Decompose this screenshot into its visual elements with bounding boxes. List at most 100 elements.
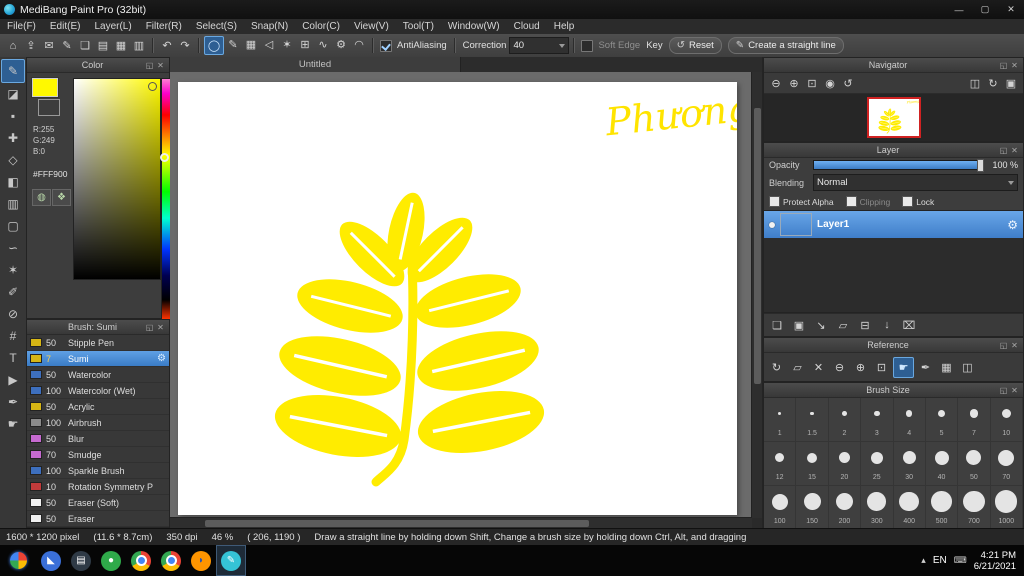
brush-size-option-15[interactable]: 15 [796, 442, 829, 486]
brush-item-eraser-soft[interactable]: 50 Eraser (Soft) [27, 495, 169, 511]
brush-item-smudge[interactable]: 70 Smudge [27, 447, 169, 463]
layer-visibility-icon[interactable] [769, 221, 775, 228]
undo-icon[interactable]: ↶ [158, 37, 176, 54]
radial-snap-icon[interactable]: ✶ [278, 36, 296, 53]
menu-edite[interactable]: Edit(E) [43, 19, 88, 34]
brush-size-option-100[interactable]: 100 [764, 486, 797, 530]
new-canvas-icon[interactable]: ❏ [76, 37, 94, 54]
soft-edge-checkbox[interactable] [581, 39, 594, 52]
menu-filterr[interactable]: Filter(R) [139, 19, 189, 34]
layer-thumbnail[interactable] [780, 213, 812, 236]
close-panel-icon[interactable]: ✕ [1009, 61, 1020, 70]
menu-viewv[interactable]: View(V) [347, 19, 396, 34]
taskbar-firefox-button[interactable]: ◗ [186, 545, 216, 576]
material-icon[interactable]: ✎ [58, 37, 76, 54]
add-layer-icon[interactable]: ❏ [768, 317, 786, 334]
nav-rotate-right-icon[interactable]: ↻ [984, 75, 1002, 92]
color-wheel-icon[interactable]: ◍ [32, 189, 51, 206]
minimize-button[interactable]: — [946, 1, 972, 19]
vertical-scrollbar-thumb[interactable] [754, 107, 761, 385]
layer-transfer-icon[interactable]: ↘ [812, 317, 830, 334]
ref-flip-icon[interactable]: ◫ [958, 358, 977, 377]
float-panel-icon[interactable]: ◱ [144, 61, 155, 70]
brush-size-option-30[interactable]: 30 [893, 442, 926, 486]
float-panel-icon[interactable]: ◱ [998, 146, 1009, 155]
brush-size-option-1[interactable]: 1 [764, 398, 797, 442]
nav-zoom-in-icon[interactable]: ⊕ [785, 75, 803, 92]
delete-layer-icon[interactable]: ⌧ [900, 317, 918, 334]
opacity-slider-handle[interactable] [977, 159, 984, 172]
taskbar-app-1-button[interactable]: ◣ [36, 545, 66, 576]
taskbar-chrome-button[interactable] [126, 545, 156, 576]
brush-size-option-7[interactable]: 7 [958, 398, 991, 442]
magic-wand-tool-icon[interactable]: ✶ [2, 259, 24, 281]
brush-item-acrylic[interactable]: 50 Acrylic [27, 399, 169, 415]
bucket-tool-icon[interactable]: ◧ [2, 171, 24, 193]
taskbar-medibang-button[interactable]: ✎ [216, 545, 246, 576]
antialiasing-checkbox[interactable] [380, 39, 392, 52]
canvas-tab-untitled[interactable]: Untitled [170, 57, 461, 72]
foreground-color-swatch[interactable] [32, 78, 58, 97]
close-panel-icon[interactable]: ✕ [155, 323, 166, 332]
export-icon[interactable]: ⇪ [22, 37, 40, 54]
cross-snap-icon[interactable]: ⊞ [296, 36, 314, 53]
brush-size-option-400[interactable]: 400 [893, 486, 926, 530]
ref-hand-icon[interactable]: ☛ [893, 356, 914, 378]
language-indicator[interactable]: EN [933, 555, 947, 566]
brush-size-option-10[interactable]: 10 [990, 398, 1023, 442]
brush-item-watercolor-wet[interactable]: 100 Watercolor (Wet) [27, 383, 169, 399]
ellipse-tool-option-icon[interactable]: ◯ [204, 36, 224, 55]
brush-item-eraser[interactable]: 50 Eraser [27, 511, 169, 527]
nav-zoom-fit-icon[interactable]: ⊡ [803, 75, 821, 92]
brush-size-option-700[interactable]: 700 [958, 486, 991, 530]
brush-size-option-500[interactable]: 500 [925, 486, 959, 530]
menu-layerl[interactable]: Layer(L) [87, 19, 138, 34]
float-panel-icon[interactable]: ◱ [998, 386, 1009, 395]
brush-size-option-70[interactable]: 70 [990, 442, 1023, 486]
brush-size-option-2[interactable]: 2 [828, 398, 862, 442]
tray-expand-icon[interactable]: ▴ [921, 555, 926, 566]
publish-icon[interactable]: ✉ [40, 37, 58, 54]
brush-size-option-12[interactable]: 12 [764, 442, 797, 486]
menu-cloud[interactable]: Cloud [507, 19, 547, 34]
ref-eyedropper-icon[interactable]: ✒ [916, 358, 935, 377]
drawing-canvas[interactable]: Phương [178, 82, 752, 515]
brush-size-option-1000[interactable]: 1000 [990, 486, 1023, 530]
layer-settings-icon[interactable]: ⚙ [1007, 218, 1018, 232]
clipping-checkbox[interactable]: Clipping [845, 196, 890, 207]
polyline-snap-icon[interactable]: ◁ [260, 36, 278, 53]
brush-item-rotation-symmetry-p[interactable]: 10 Rotation Symmetry P [27, 479, 169, 495]
saturation-value-picker[interactable] [73, 78, 161, 280]
float-panel-icon[interactable]: ◱ [144, 323, 155, 332]
brush-size-option-40[interactable]: 40 [925, 442, 959, 486]
ref-clear-icon[interactable]: ✕ [809, 358, 828, 377]
menu-snapn[interactable]: Snap(N) [244, 19, 295, 34]
move-tool-icon[interactable]: ✚ [2, 127, 24, 149]
brush-type-icon[interactable]: ✎ [224, 36, 242, 53]
brush-item-sumi[interactable]: 7 Sumi ⚙ [27, 351, 169, 367]
merge-down-icon[interactable]: ↓ [878, 317, 896, 334]
text-tool-icon[interactable]: T [2, 347, 24, 369]
navigator-thumbnail[interactable] [866, 97, 921, 138]
perspective-snap-icon[interactable]: ◠ [350, 36, 368, 53]
close-panel-icon[interactable]: ✕ [1009, 386, 1020, 395]
curve-snap-icon[interactable]: ∿ [314, 36, 332, 53]
close-panel-icon[interactable]: ✕ [1009, 146, 1020, 155]
ref-rotate-icon[interactable]: ↻ [767, 358, 786, 377]
divide-tool-icon[interactable]: # [2, 325, 24, 347]
menu-windoww[interactable]: Window(W) [441, 19, 507, 34]
operation-tool-icon[interactable]: ▶ [2, 369, 24, 391]
brush-size-option-200[interactable]: 200 [828, 486, 862, 530]
layer-row-layer1[interactable]: Layer1 ⚙ [764, 211, 1023, 238]
merge-layer-icon[interactable]: ⊟ [856, 317, 874, 334]
clock[interactable]: 4:21 PM 6/21/2021 [974, 550, 1016, 572]
close-panel-icon[interactable]: ✕ [155, 61, 166, 70]
menu-selects[interactable]: Select(S) [189, 19, 244, 34]
select-pen-tool-icon[interactable]: ✐ [2, 281, 24, 303]
brush-size-option-50[interactable]: 50 [958, 442, 991, 486]
lasso-tool-icon[interactable]: ∽ [2, 237, 24, 259]
protect-alpha-checkbox[interactable]: Protect Alpha [769, 196, 834, 207]
redo-icon[interactable]: ↷ [176, 37, 194, 54]
menu-filef[interactable]: File(F) [0, 19, 43, 34]
brush-size-option-3[interactable]: 3 [861, 398, 894, 442]
